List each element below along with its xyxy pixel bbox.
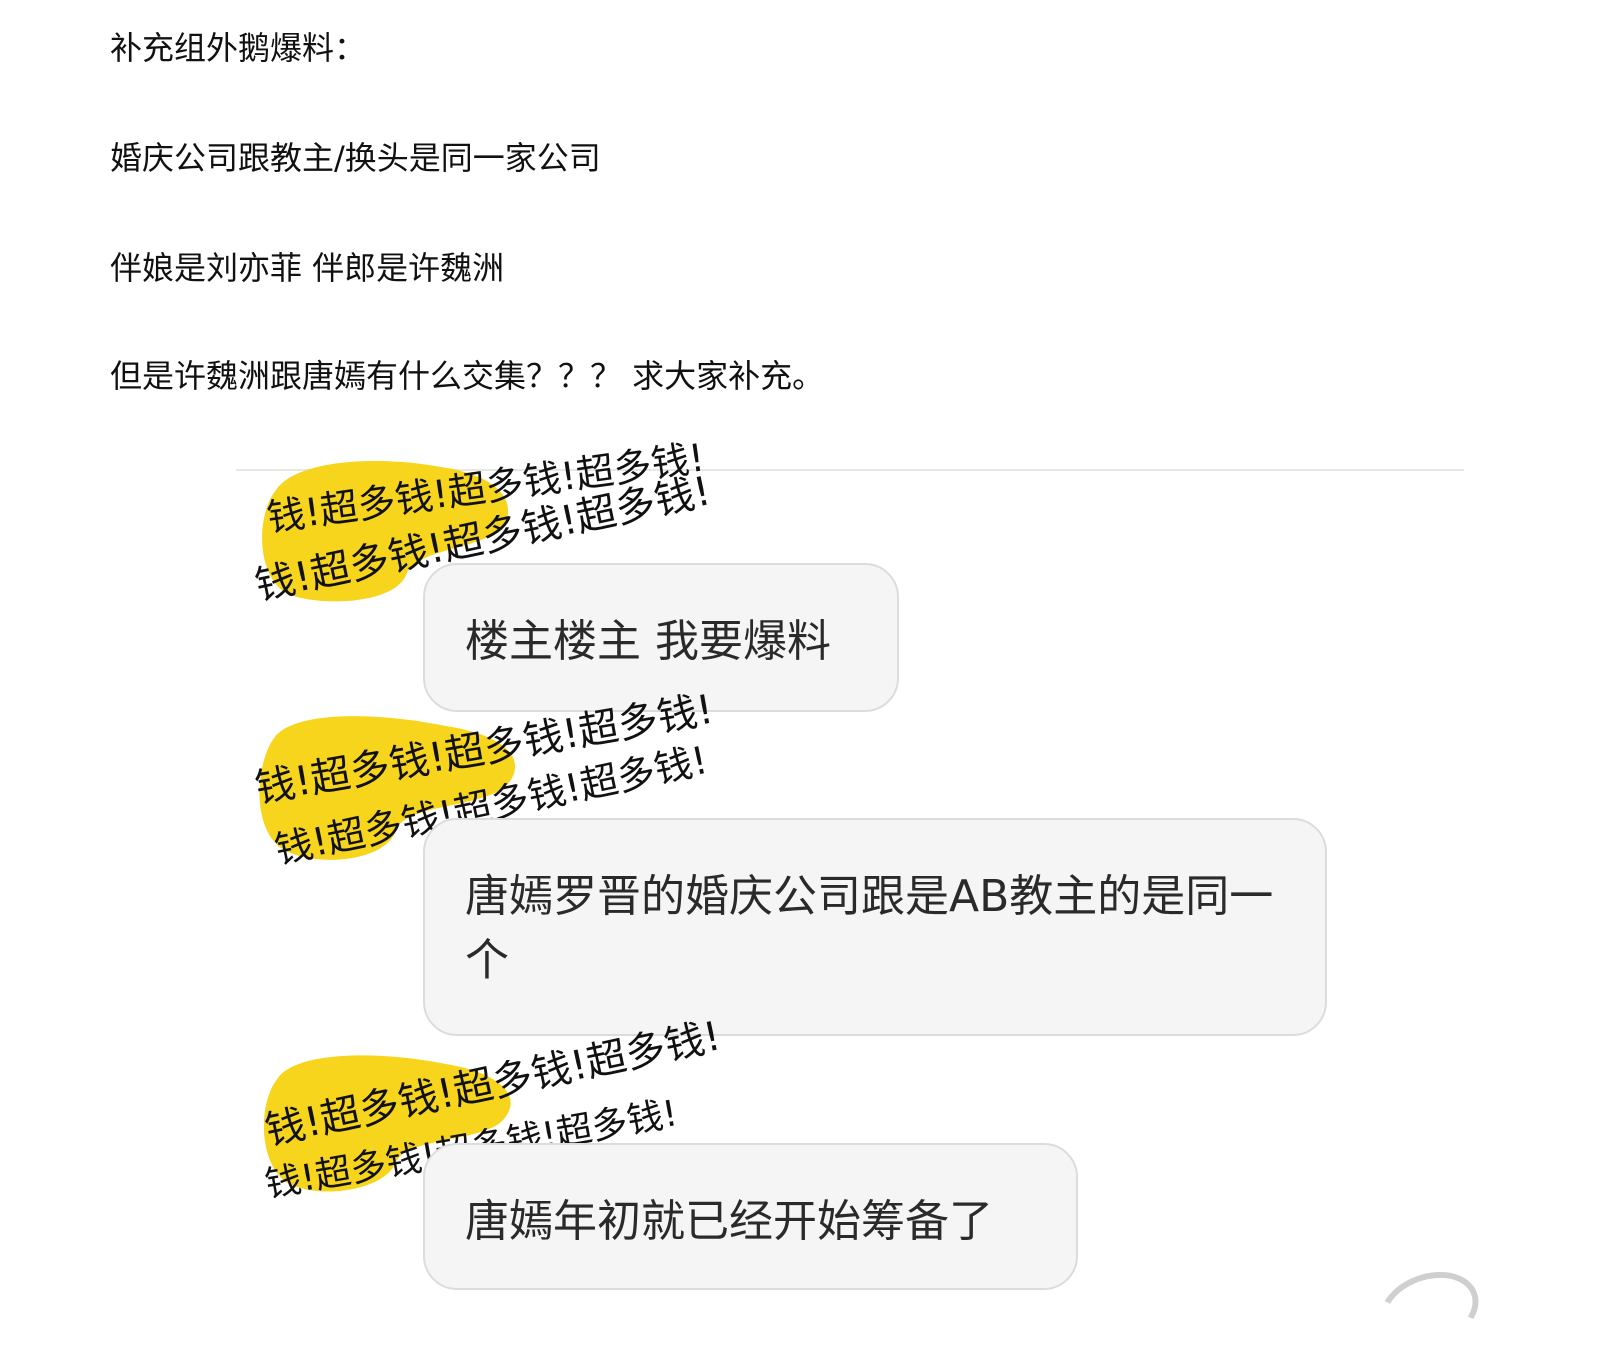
post-line-2: 婚庆公司跟教主/换头是同一家公司 [110, 139, 601, 177]
chat-message-text: 楼主楼主 我要爆料 [465, 616, 831, 667]
chat-message-text: 唐嫣罗晋的婚庆公司跟是AB教主的是同一个 [465, 871, 1274, 986]
chat-bubble: 唐嫣年初就已经开始筹备了 [423, 1143, 1078, 1290]
post-line-3: 伴娘是刘亦菲 伴郎是许魏洲 [110, 249, 505, 287]
chat-bubble: 唐嫣罗晋的婚庆公司跟是AB教主的是同一个 [423, 818, 1327, 1036]
post-line-4: 但是许魏洲跟唐嫣有什么交集？？？ 求大家补充。 [110, 357, 825, 395]
post-line-1: 补充组外鹅爆料： [110, 29, 367, 67]
chat-bubble: 楼主楼主 我要爆料 [423, 563, 899, 712]
scroll-indicator-icon [1368, 1258, 1490, 1361]
chat-message-text: 唐嫣年初就已经开始筹备了 [465, 1196, 993, 1247]
